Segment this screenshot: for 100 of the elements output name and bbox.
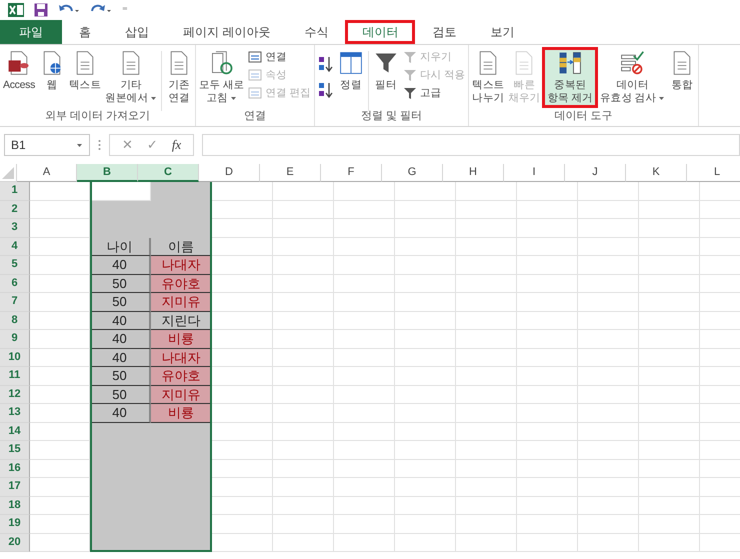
table-cell [334,404,395,422]
row-header[interactable]: 5 [0,256,30,274]
row-header[interactable]: 6 [0,274,30,293]
table-cell [334,422,395,441]
save-icon[interactable] [34,3,48,17]
row-header[interactable]: 11 [0,367,30,386]
table-cell [578,200,639,219]
table-cell [639,312,700,330]
row-header[interactable]: 17 [0,478,30,496]
ribbon-button[interactable]: 중복된 항목 제거 [542,47,598,108]
table-cell [639,219,700,238]
table-cell [30,348,90,367]
ribbon-button[interactable]: 정렬 [336,47,366,95]
row-header[interactable]: 15 [0,441,30,460]
table-cell [456,367,517,386]
column-header[interactable]: G [382,164,443,182]
ribbon-button[interactable]: 필터 [370,47,401,95]
ribbon-tab[interactable]: 홈 [62,20,108,44]
row-header[interactable]: 8 [0,312,30,330]
table-cell [639,496,700,515]
ribbon-tab[interactable]: 삽입 [108,20,166,44]
ribbon-small-button[interactable]: 고급 [400,85,468,101]
row-header[interactable]: 3 [0,219,30,238]
ribbon-button[interactable]: 모두 새로 고침 [196,47,246,108]
customize-toolbar-button[interactable]: ⁼ [122,4,128,16]
insert-function-button[interactable]: fx [172,137,182,153]
ribbon-small-button[interactable]: 연결 [246,49,313,65]
grip-icon [98,139,101,151]
ribbon-button[interactable]: 텍스트 [67,47,104,95]
name-box[interactable]: B1 [4,134,90,156]
sort-descending-icon[interactable] [318,81,334,99]
column-header[interactable]: K [626,164,687,182]
table-cell [517,367,578,386]
column-header[interactable]: A [17,164,77,182]
ribbon-button[interactable]: 통합 [667,47,697,95]
table-cell [212,330,273,348]
column-header[interactable]: B [77,164,138,182]
row-header[interactable]: 16 [0,460,30,478]
table-cell [517,386,578,404]
table-cell [273,460,334,478]
table-cell [334,330,395,348]
column-header[interactable]: I [504,164,565,182]
column-header[interactable]: C [138,164,199,182]
checklist-icon [619,50,646,76]
formula-input-field[interactable] [202,134,740,156]
caret-icon [230,96,237,101]
column-header[interactable]: D [199,164,260,182]
ribbon-button[interactable]: 데이터 유효성 검사 [598,47,667,108]
ribbon-button[interactable]: Access [1,47,38,95]
table-cell [212,460,273,478]
table-cell [517,404,578,422]
column-header[interactable]: J [565,164,626,182]
ribbon-tab[interactable]: 보기 [473,20,532,44]
document-icon [248,50,262,64]
file-tab[interactable]: 파일 [0,20,62,44]
row-header[interactable]: 20 [0,534,30,552]
table-cell [30,274,90,293]
ribbon-button[interactable]: 웹 [37,47,68,95]
table-cell [334,312,395,330]
row-header[interactable]: 12 [0,386,30,404]
row-header[interactable]: 13 [0,404,30,422]
row-header[interactable]: 19 [0,515,30,534]
column-header[interactable]: H [443,164,504,182]
table-cell [456,256,517,274]
table-cell [30,256,90,274]
table-cell [578,515,639,534]
table-cell [30,386,90,404]
table-cell [639,293,700,312]
ribbon-tab[interactable]: 수식 [287,20,346,44]
row-header[interactable]: 1 [0,182,30,200]
column-header[interactable]: F [321,164,382,182]
table-cell [395,478,456,496]
table-cell: 50 [90,367,151,386]
ribbon-tab[interactable]: 페이지 레이아웃 [166,20,288,44]
row-header[interactable]: 18 [0,496,30,515]
table-cell [334,534,395,552]
ribbon-button[interactable]: 텍스트 나누기 [470,47,506,108]
table-cell [456,460,517,478]
row-header[interactable]: 14 [0,422,30,441]
row-header[interactable]: 9 [0,330,30,348]
row-header[interactable]: 7 [0,293,30,312]
table-cell [517,534,578,552]
row-header[interactable]: 2 [0,200,30,219]
ribbon-tab[interactable]: 검토 [415,20,474,44]
table-cell [334,441,395,460]
column-header[interactable]: L [687,164,740,182]
sort-ascending-icon[interactable] [318,55,334,73]
ribbon-button[interactable]: 기존 연결 [164,47,194,108]
row-header[interactable]: 4 [0,238,30,256]
table-cell [517,182,578,200]
ribbon-button[interactable]: 기타 원본에서 [103,47,159,108]
ribbon-group-label: 외부 데이터 가져오기 [44,109,150,124]
ribbon-tab[interactable]: 데이터 [345,20,416,44]
table-cell [212,534,273,552]
table-cell [30,182,90,200]
table-cell [456,496,517,515]
table-cell [639,367,700,386]
row-header[interactable]: 10 [0,348,30,367]
table-cell [334,515,395,534]
column-header[interactable]: E [260,164,321,182]
